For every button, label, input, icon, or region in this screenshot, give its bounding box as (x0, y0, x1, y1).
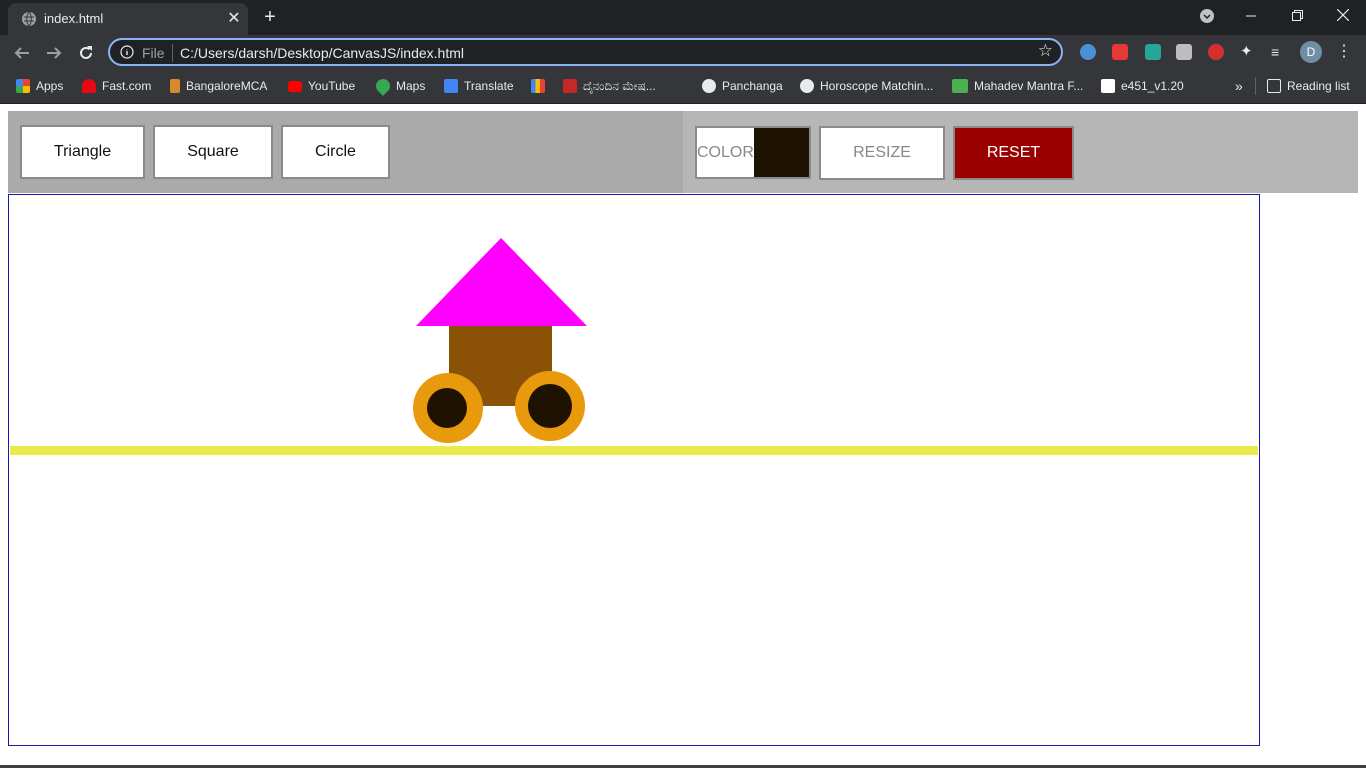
bangaloremca-icon (170, 79, 180, 93)
bookmark-apps[interactable]: Apps (16, 76, 63, 96)
color-label: COLOR (697, 144, 754, 161)
avatar[interactable]: D (1300, 41, 1322, 63)
bookmark-youtube[interactable]: YouTube (288, 76, 355, 96)
tab-bar: index.html ✕ + (0, 0, 1366, 35)
star-icon[interactable]: ☆ (1038, 41, 1053, 61)
tab-title: index.html (44, 11, 104, 26)
left-wheel-inner-circle[interactable] (427, 388, 467, 428)
translate-icon (444, 79, 458, 93)
bookmarks-overflow[interactable]: » (1235, 76, 1243, 96)
px-icon (952, 79, 968, 93)
new-tab-button[interactable]: + (259, 6, 281, 28)
url-text[interactable]: C:/Users/darsh/Desktop/CanvasJS/index.ht… (180, 45, 464, 61)
bookmark-e451[interactable]: e451_v1.20 (1101, 76, 1184, 96)
browser-toolbar: File C:/Users/darsh/Desktop/CanvasJS/ind… (0, 35, 1366, 70)
reset-button[interactable]: RESET (953, 126, 1074, 180)
browser-tab[interactable]: index.html ✕ (8, 3, 248, 35)
extension-search-icon[interactable] (1080, 44, 1096, 60)
extension-share-icon[interactable] (1145, 44, 1161, 60)
bookmark-maps[interactable]: Maps (373, 76, 425, 96)
close-window-icon[interactable] (1320, 0, 1366, 32)
info-icon[interactable] (120, 45, 134, 59)
right-wheel-inner-circle[interactable] (528, 384, 572, 428)
maps-pin-icon (373, 76, 393, 96)
drawing-canvas[interactable] (8, 194, 1260, 746)
menu-icon[interactable]: ⋮ (1336, 41, 1352, 63)
color-picker[interactable]: COLOR . (695, 126, 811, 179)
roof-triangle[interactable] (416, 238, 587, 326)
forward-icon[interactable] (40, 39, 68, 67)
color-swatch[interactable]: . (754, 128, 809, 177)
media-queue-icon[interactable]: ≡ (1271, 44, 1287, 60)
back-icon[interactable] (8, 39, 36, 67)
restore-icon[interactable] (1274, 0, 1320, 32)
bookmark-kannada[interactable]: ದೈನಂದಿನ ಮೇಷ... (563, 76, 656, 96)
omnibox-separator (172, 44, 173, 62)
extensions-puzzle-icon[interactable]: ✦ (1240, 44, 1256, 60)
bookmarks-divider (1255, 77, 1256, 95)
bar-chart-icon (531, 79, 545, 93)
bookmarks-bar: Apps Fast.com BangaloreMCA YouTube Maps … (0, 70, 1366, 104)
reading-list-icon (1267, 79, 1281, 93)
bookmark-mahadev[interactable]: Mahadev Mantra F... (952, 76, 1083, 96)
extension-hand-icon[interactable] (1208, 44, 1224, 60)
circle-button[interactable]: Circle (281, 125, 390, 179)
reload-icon[interactable] (72, 39, 100, 67)
bookmark-panchanga[interactable]: Panchanga (702, 76, 783, 96)
triangle-button[interactable]: Triangle (20, 125, 145, 179)
kannada-site-icon (563, 79, 577, 93)
close-tab-icon[interactable]: ✕ (224, 9, 244, 29)
globe-icon (800, 79, 814, 93)
resize-button[interactable]: RESIZE (819, 126, 945, 180)
bookmark-analytics[interactable] (531, 76, 551, 96)
canvas-drawing (10, 238, 1258, 455)
extension-window-icon[interactable] (1176, 44, 1192, 60)
extension-video-icon[interactable] (1112, 44, 1128, 60)
youtube-icon (288, 80, 302, 92)
bookmark-fast[interactable]: Fast.com (82, 76, 151, 96)
apps-grid-icon (16, 79, 30, 93)
bookmark-bangaloremca[interactable]: BangaloreMCA (170, 76, 267, 96)
file-label: File (142, 45, 165, 61)
bookmark-horoscope[interactable]: Horoscope Matchin... (800, 76, 933, 96)
bookmark-translate[interactable]: Translate (444, 76, 514, 96)
reading-list[interactable]: Reading list (1267, 76, 1350, 96)
square-button[interactable]: Square (153, 125, 273, 179)
medium-m-icon (1101, 79, 1115, 93)
fast-icon (82, 79, 96, 93)
globe-icon (22, 11, 36, 27)
ground-line (10, 446, 1258, 455)
minimize-icon[interactable] (1228, 0, 1274, 32)
address-bar[interactable]: File C:/Users/darsh/Desktop/CanvasJS/ind… (108, 38, 1063, 66)
globe-icon (702, 79, 716, 93)
tab-search-icon[interactable] (1184, 0, 1230, 32)
